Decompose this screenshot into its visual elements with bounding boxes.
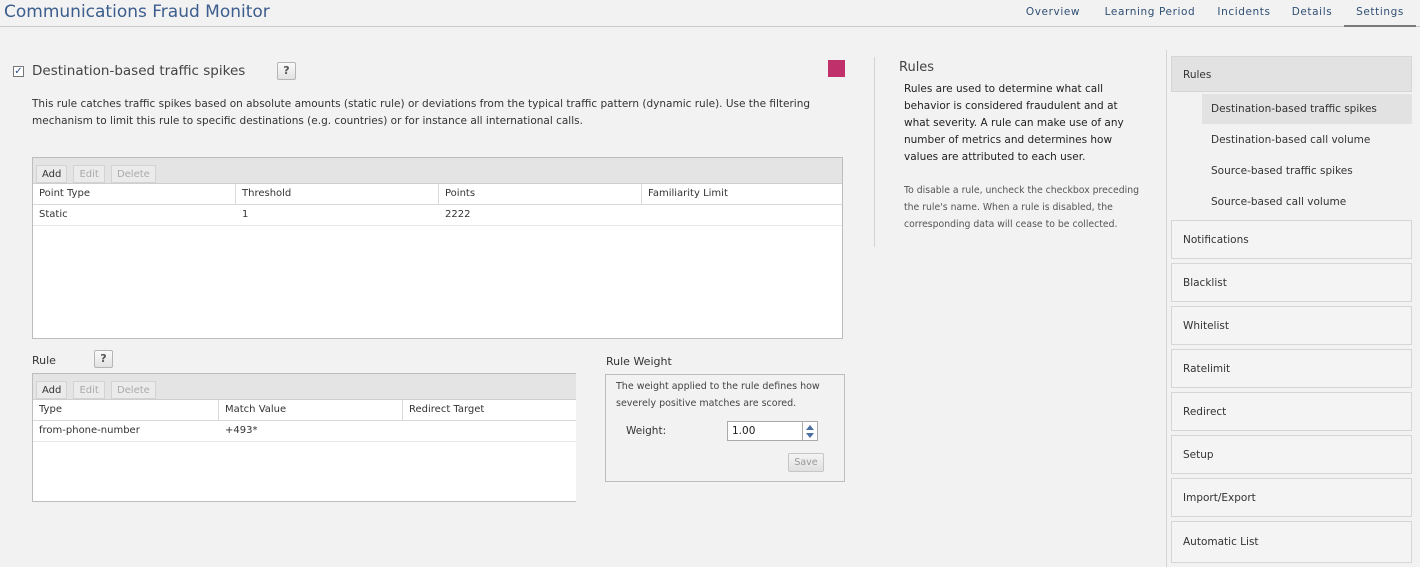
sidebar-item-ratelimit[interactable]: Ratelimit <box>1171 349 1412 388</box>
filter-help-button[interactable]: ? <box>94 350 113 368</box>
column-header[interactable]: Redirect Target <box>403 400 577 421</box>
tab-settings[interactable]: Settings <box>1344 0 1416 27</box>
rule-title: Destination-based traffic spikes <box>32 63 246 79</box>
rule-weight-label: Rule Weight <box>606 355 672 368</box>
tab-learning-period[interactable]: Learning Period <box>1100 0 1200 27</box>
points-edit-button[interactable]: Edit <box>73 165 105 183</box>
weight-spinner[interactable] <box>802 421 818 441</box>
tab-overview[interactable]: Overview <box>1016 0 1090 27</box>
points-grid: Add Edit Delete Point Type Threshold Poi… <box>32 157 843 339</box>
app-header: Communications Fraud Monitor Overview Le… <box>0 0 1420 27</box>
sidebar-item-blacklist[interactable]: Blacklist <box>1171 263 1412 302</box>
points-add-button[interactable]: Add <box>36 165 68 183</box>
column-header[interactable]: Familiarity Limit <box>642 184 842 205</box>
rule-weight-panel: The weight applied to the rule defines h… <box>605 374 845 482</box>
table-cell: from-phone-number <box>39 425 140 436</box>
sidebar-item-import-export[interactable]: Import/Export <box>1171 478 1412 517</box>
weight-field-label: Weight: <box>626 425 667 437</box>
sidebar-subitem-destination-traffic-spikes[interactable]: Destination-based traffic spikes <box>1202 94 1412 124</box>
column-header[interactable]: Point Type <box>33 184 236 205</box>
sidebar-item-setup[interactable]: Setup <box>1171 435 1412 474</box>
help-text: Rules are used to determine what call be… <box>904 83 1124 163</box>
spinner-down-icon[interactable] <box>806 433 814 438</box>
help-divider <box>874 57 875 247</box>
filter-section-label: Rule <box>32 354 56 367</box>
table-cell: Static <box>39 209 68 220</box>
sidebar-item-rules[interactable]: Rules <box>1171 56 1412 92</box>
rule-help-button[interactable]: ? <box>277 62 296 80</box>
points-toolbar: Add Edit Delete <box>33 158 842 184</box>
table-cell: 2222 <box>445 209 471 220</box>
sidebar-divider <box>1166 50 1167 567</box>
filter-edit-button[interactable]: Edit <box>73 381 105 399</box>
tab-incidents[interactable]: Incidents <box>1210 0 1278 27</box>
column-header[interactable]: Threshold <box>236 184 439 205</box>
filter-grid: Add Edit Delete Type Match Value Redirec… <box>32 373 576 502</box>
weight-input[interactable] <box>727 421 803 441</box>
points-grid-header: Point Type Threshold Points Familiarity … <box>33 184 842 205</box>
table-cell: 1 <box>242 209 249 220</box>
column-header[interactable]: Points <box>439 184 642 205</box>
save-button[interactable]: Save <box>788 453 824 472</box>
sidebar-item-notifications[interactable]: Notifications <box>1171 220 1412 259</box>
points-delete-button[interactable]: Delete <box>110 165 156 183</box>
rule-enabled-checkbox[interactable]: ✓ <box>13 66 24 77</box>
sidebar-subitem-source-traffic-spikes[interactable]: Source-based traffic spikes <box>1202 156 1412 186</box>
rule-color-swatch[interactable] <box>828 60 845 77</box>
help-note: To disable a rule, uncheck the checkbox … <box>904 185 1140 230</box>
table-row[interactable]: from-phone-number +493* <box>33 421 576 442</box>
spinner-up-icon[interactable] <box>806 425 814 430</box>
table-cell <box>403 421 409 442</box>
sidebar-subitem-destination-call-volume[interactable]: Destination-based call volume <box>1202 125 1412 155</box>
rule-weight-description: The weight applied to the rule defines h… <box>616 381 820 409</box>
table-cell <box>642 205 648 226</box>
filter-toolbar: Add Edit Delete <box>33 374 576 400</box>
filter-grid-header: Type Match Value Redirect Target <box>33 400 576 421</box>
help-title: Rules <box>899 60 935 75</box>
table-cell: +493* <box>225 425 258 436</box>
tab-details[interactable]: Details <box>1284 0 1340 27</box>
table-row[interactable]: Static 1 2222 <box>33 205 842 226</box>
column-header[interactable]: Type <box>33 400 219 421</box>
app-title: Communications Fraud Monitor <box>4 2 270 22</box>
sidebar-item-redirect[interactable]: Redirect <box>1171 392 1412 431</box>
rule-description: This rule catches traffic spikes based o… <box>32 98 811 127</box>
sidebar-item-automatic-list[interactable]: Automatic List <box>1171 521 1412 563</box>
sidebar-subitem-source-call-volume[interactable]: Source-based call volume <box>1202 187 1412 217</box>
sidebar-item-whitelist[interactable]: Whitelist <box>1171 306 1412 345</box>
column-header[interactable]: Match Value <box>219 400 403 421</box>
filter-delete-button[interactable]: Delete <box>110 381 156 399</box>
filter-add-button[interactable]: Add <box>36 381 68 399</box>
